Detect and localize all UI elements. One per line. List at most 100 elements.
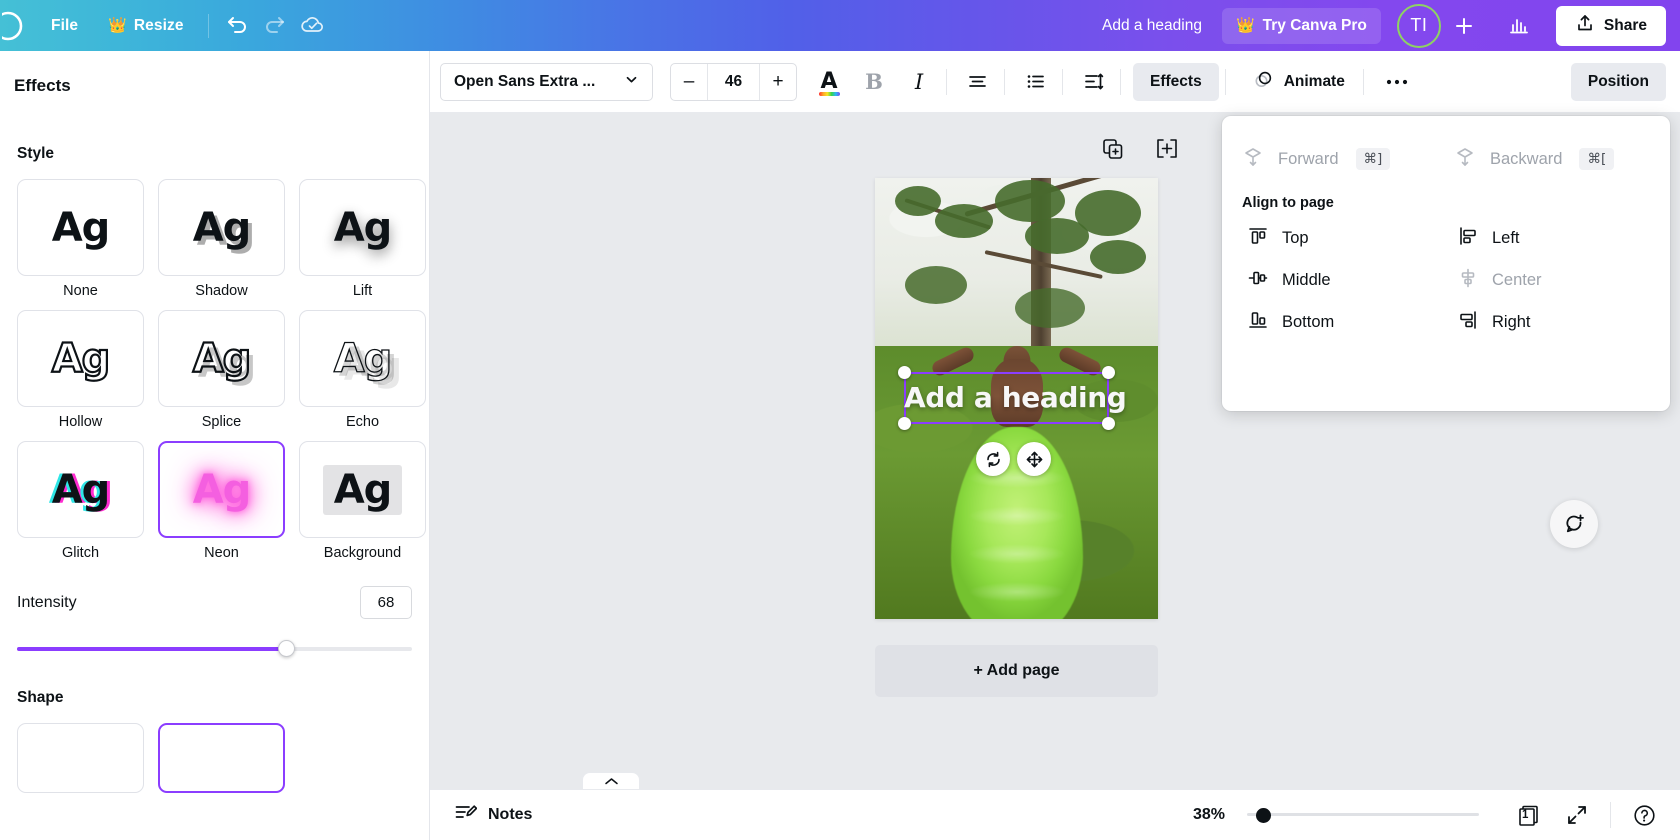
font-size-input[interactable]: 46	[707, 64, 760, 100]
divider	[1120, 69, 1121, 95]
share-label: Share	[1604, 17, 1647, 35]
align-center-label: Center	[1492, 271, 1542, 290]
design-page[interactable]: Add a heading	[875, 178, 1158, 619]
style-option-hollow[interactable]: Ag Hollow	[17, 310, 144, 430]
bullet-list-icon[interactable]	[1014, 61, 1056, 103]
share-button[interactable]: Share	[1556, 6, 1666, 46]
style-preview[interactable]: Ag	[17, 310, 144, 407]
style-option-echo[interactable]: Ag Echo	[299, 310, 426, 430]
align-center-icon[interactable]	[956, 61, 998, 103]
zoom-thumb[interactable]	[1256, 808, 1271, 823]
forward-menu-item[interactable]: Forward ⌘]	[1228, 138, 1428, 180]
align-top-menu-item[interactable]: Top	[1234, 217, 1432, 259]
style-sample-backdrop: Ag	[323, 465, 403, 515]
line-spacing-icon[interactable]	[1072, 61, 1114, 103]
try-pro-label: Try Canva Pro	[1263, 17, 1367, 35]
bold-button[interactable]: B	[853, 61, 895, 103]
tree-leaves	[895, 186, 941, 216]
help-question-icon[interactable]	[1624, 795, 1664, 835]
align-left-menu-item[interactable]: Left	[1444, 217, 1642, 259]
style-label: Background	[299, 545, 426, 561]
page-count-label: 1	[1522, 809, 1528, 821]
style-preview[interactable]: Ag	[17, 441, 144, 538]
add-collaborator-button[interactable]	[1446, 8, 1482, 44]
font-size-decrease-button[interactable]: –	[671, 64, 707, 100]
italic-button[interactable]: I	[898, 61, 940, 103]
intensity-label: Intensity	[17, 594, 77, 612]
style-preview[interactable]: Ag	[158, 310, 285, 407]
redo-icon[interactable]	[256, 7, 294, 45]
align-center-page-icon	[1457, 267, 1479, 294]
font-size-stepper[interactable]: – 46 +	[670, 63, 797, 101]
backward-menu-item[interactable]: Backward ⌘[	[1440, 138, 1640, 180]
style-option-none[interactable]: Ag None	[17, 179, 144, 299]
style-preview[interactable]: Ag	[299, 441, 426, 538]
text-color-a-icon[interactable]: A	[808, 61, 850, 103]
divider	[208, 14, 209, 38]
animate-label: Animate	[1284, 73, 1345, 91]
add-page-button[interactable]: + Add page	[875, 645, 1158, 697]
align-bottom-menu-item[interactable]: Bottom	[1234, 301, 1432, 343]
position-button[interactable]: Position	[1571, 63, 1666, 101]
style-preview[interactable]: Ag	[158, 179, 285, 276]
style-option-splice[interactable]: Ag Splice	[158, 310, 285, 430]
style-sample-text: Ag	[52, 470, 110, 510]
align-right-menu-item[interactable]: Right	[1444, 301, 1642, 343]
style-sample-text: Ag	[334, 208, 392, 248]
intensity-slider[interactable]	[0, 641, 429, 657]
style-option-glitch[interactable]: Ag Glitch	[17, 441, 144, 561]
align-left-label: Left	[1492, 229, 1520, 248]
slider-fill	[17, 647, 286, 651]
align-center-menu-item[interactable]: Center	[1444, 259, 1642, 301]
notes-button[interactable]: Notes	[442, 796, 544, 834]
align-top-icon	[1247, 225, 1269, 252]
add-comment-icon[interactable]	[1550, 500, 1598, 548]
style-section-title: Style	[0, 145, 429, 163]
shape-option-selected[interactable]	[158, 723, 285, 793]
heading-text-element[interactable]: Add a heading	[904, 376, 1109, 420]
style-sample-text: Ag	[193, 339, 251, 379]
add-page-icon[interactable]	[1154, 136, 1180, 162]
style-option-shadow[interactable]: Ag Shadow	[158, 179, 285, 299]
top-bar: File 👑 Resize Add a heading 👑	[0, 0, 1680, 51]
insights-bar-chart-icon[interactable]	[1500, 7, 1538, 45]
rotate-icon[interactable]	[976, 442, 1010, 476]
style-preview[interactable]: Ag	[299, 310, 426, 407]
zoom-track	[1247, 813, 1479, 816]
style-option-lift[interactable]: Ag Lift	[299, 179, 426, 299]
move-icon[interactable]	[1017, 442, 1051, 476]
effects-button[interactable]: Effects	[1133, 63, 1219, 101]
style-option-neon[interactable]: Ag Neon	[158, 441, 285, 561]
align-middle-menu-item[interactable]: Middle	[1234, 259, 1432, 301]
style-option-background[interactable]: Ag Background	[299, 441, 426, 561]
pages-icon[interactable]: 1	[1509, 795, 1549, 835]
file-menu-button[interactable]: File	[38, 9, 91, 43]
animate-button[interactable]: Animate	[1240, 63, 1357, 101]
style-preview[interactable]: Ag	[299, 179, 426, 276]
style-preview[interactable]: Ag	[17, 179, 144, 276]
chevron-up-icon[interactable]	[582, 772, 640, 789]
font-family-select[interactable]: Open Sans Extra ...	[440, 63, 653, 101]
slider-thumb[interactable]	[278, 640, 295, 657]
forward-shortcut: ⌘]	[1356, 148, 1391, 170]
duplicate-page-icon[interactable]	[1100, 136, 1126, 162]
style-preview-selected[interactable]: Ag	[158, 441, 285, 538]
more-dots-icon[interactable]	[1376, 63, 1418, 101]
undo-icon[interactable]	[218, 7, 256, 45]
try-canva-pro-button[interactable]: 👑 Try Canva Pro	[1222, 8, 1381, 44]
shape-option-third[interactable]	[299, 723, 426, 793]
canva-logo-icon[interactable]	[0, 0, 36, 51]
shape-option-none[interactable]	[17, 723, 144, 793]
cloud-saved-icon[interactable]	[294, 7, 332, 45]
style-label: Shadow	[158, 283, 285, 299]
divider	[1004, 69, 1005, 95]
intensity-value-input[interactable]: 68	[360, 586, 412, 619]
send-backward-icon	[1453, 145, 1477, 174]
avatar[interactable]: TI	[1397, 4, 1441, 48]
design-title-input[interactable]: Add a heading	[1090, 10, 1214, 42]
zoom-slider[interactable]	[1247, 807, 1479, 823]
expand-icon[interactable]	[1557, 795, 1597, 835]
style-label: Lift	[299, 283, 426, 299]
resize-button[interactable]: 👑 Resize	[95, 9, 197, 43]
font-size-increase-button[interactable]: +	[760, 64, 796, 100]
